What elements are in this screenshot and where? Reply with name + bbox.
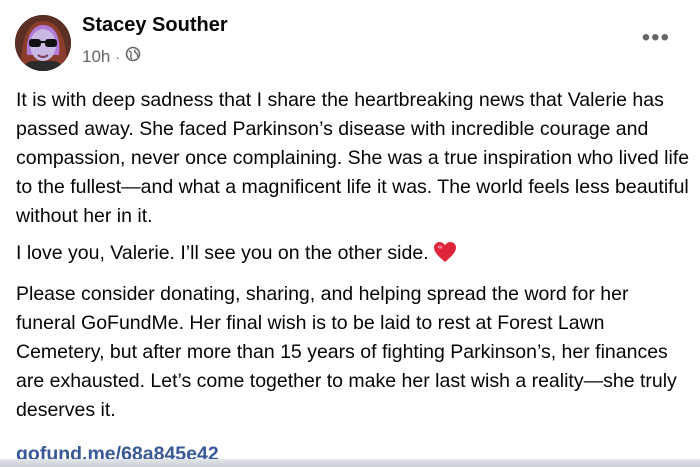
post-meta: 10h · (82, 46, 141, 67)
author-name[interactable]: Stacey Souther (82, 14, 228, 37)
post-paragraph: It is with deep sadness that I share the… (16, 89, 690, 227)
post-paragraph-text: I love you, Valerie. I’ll see you on the… (16, 242, 429, 264)
post-time[interactable]: 10h (82, 47, 110, 67)
post-paragraph: Please consider donating, sharing, and h… (16, 283, 677, 421)
globe-icon[interactable] (125, 46, 141, 67)
post-paragraph: I love you, Valerie. I’ll see you on the… (16, 239, 691, 272)
red-heart-icon (433, 241, 457, 272)
avatar[interactable] (15, 15, 71, 71)
next-post-edge (0, 459, 700, 467)
more-options-icon[interactable]: ••• (642, 26, 670, 50)
meta-separator: · (115, 48, 121, 65)
avatar-illustration (15, 15, 71, 71)
post-body: It is with deep sadness that I share the… (16, 86, 691, 466)
facebook-post: Stacey Souther 10h · ••• It is with deep… (0, 0, 700, 467)
